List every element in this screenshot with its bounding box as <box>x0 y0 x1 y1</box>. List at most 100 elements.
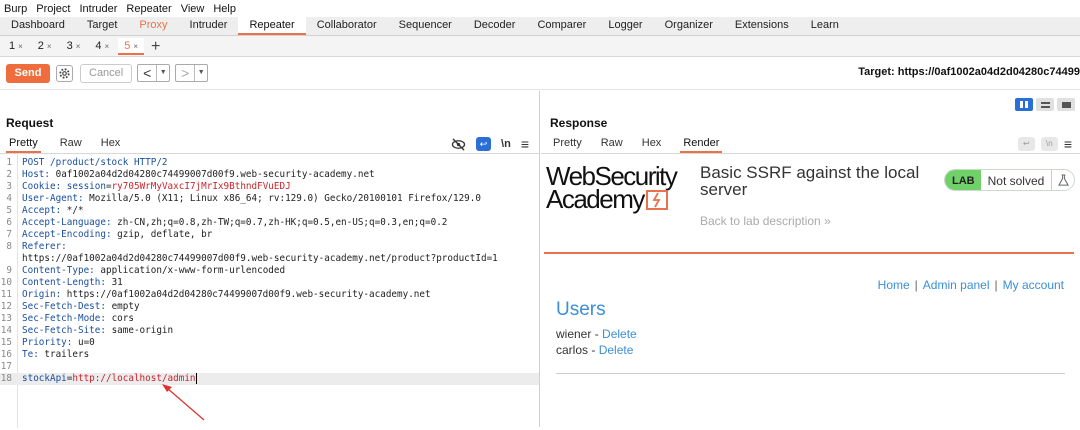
tab-logger[interactable]: Logger <box>597 16 653 35</box>
header-name: Host: <box>22 169 56 180</box>
param-name: session <box>66 181 106 192</box>
request-line[interactable]: 9 Content-Type: application/x-www-form-ur… <box>0 265 539 277</box>
tab-raw[interactable]: Raw <box>601 136 623 153</box>
header-name: Sec-Fetch-Site: <box>22 325 112 336</box>
header-name: Accept-Encoding: <box>22 229 118 240</box>
request-line[interactable]: 3 Cookie: session=ry705WrMyVaxcI7jMrIx9Bt… <box>0 181 539 193</box>
request-line[interactable]: 7 Accept-Encoding: gzip, deflate, br <box>0 229 539 241</box>
tab-pretty[interactable]: Pretty <box>553 136 582 153</box>
close-icon[interactable]: × <box>18 42 23 51</box>
split-horizontal-icon[interactable] <box>1015 98 1033 111</box>
header-name: Sec-Fetch-Mode: <box>22 313 112 324</box>
tool-tabs: Dashboard Target Proxy Intruder Repeater… <box>0 16 1080 36</box>
newline-toggle[interactable]: \n <box>1040 137 1058 151</box>
menu-repeater[interactable]: Repeater <box>126 3 171 15</box>
request-line[interactable]: 13 Sec-Fetch-Mode: cors <box>0 313 539 325</box>
close-icon[interactable]: × <box>47 42 52 51</box>
request-line[interactable]: 4 User-Agent: Mozilla/5.0 (X11; Linux x86… <box>0 193 539 205</box>
newline-toggle[interactable]: \n <box>501 138 511 150</box>
repeater-tab-1[interactable]: 1 × <box>3 38 29 55</box>
tab-target[interactable]: Target <box>76 16 129 35</box>
request-line[interactable]: 18 stockApi=http://localhost/admin <box>0 373 539 385</box>
tab-extensions[interactable]: Extensions <box>724 16 800 35</box>
tab-learn[interactable]: Learn <box>800 16 850 35</box>
repeater-tab-4[interactable]: 4 × <box>89 38 115 55</box>
menu-view[interactable]: View <box>181 3 205 15</box>
header-value: 31 <box>111 277 123 288</box>
tab-proxy[interactable]: Proxy <box>128 16 178 35</box>
chevron-down-icon[interactable]: ▼ <box>194 65 207 81</box>
request-line[interactable]: 12 Sec-Fetch-Dest: empty <box>0 301 539 313</box>
tab-raw[interactable]: Raw <box>60 136 82 153</box>
request-line[interactable]: 1 POST /product/stock HTTP/2 <box>0 157 539 169</box>
tab-sequencer[interactable]: Sequencer <box>388 16 463 35</box>
repeater-tab-2[interactable]: 2 × <box>32 38 58 55</box>
header-value: zh-CN,zh;q=0.8,zh-TW;q=0.7,zh-HK;q=0.5,e… <box>117 217 448 228</box>
header-divider <box>544 252 1074 254</box>
tab-organizer[interactable]: Organizer <box>654 16 724 35</box>
menu-intruder[interactable]: Intruder <box>80 3 118 15</box>
request-line[interactable]: 10 Content-Length: 31 <box>0 277 539 289</box>
hide-eye-icon[interactable] <box>451 137 466 151</box>
menu-icon[interactable]: ≡ <box>1064 136 1072 152</box>
request-line[interactable]: 11 Origin: https://0af1002a04d2d04280c744… <box>0 289 539 301</box>
tab-hex[interactable]: Hex <box>642 136 662 153</box>
tab-comparer[interactable]: Comparer <box>526 16 597 35</box>
back-to-lab-link[interactable]: Back to lab description » <box>700 214 831 228</box>
request-line[interactable]: 5 Accept: */* <box>0 205 539 217</box>
repeater-tab-3[interactable]: 3 × <box>61 38 87 55</box>
single-pane-icon[interactable] <box>1057 98 1075 111</box>
history-forward-button[interactable]: > ▼ <box>175 64 209 82</box>
tab-hex[interactable]: Hex <box>101 136 121 153</box>
repeater-tab-label: 1 <box>9 39 16 52</box>
request-editor[interactable]: 1 POST /product/stock HTTP/2 2 Host: 0af100… <box>0 153 539 428</box>
tab-render[interactable]: Render <box>680 136 723 153</box>
close-icon[interactable]: × <box>133 42 138 51</box>
menu-icon[interactable]: ≡ <box>521 136 529 152</box>
settings-gear-button[interactable] <box>56 64 73 82</box>
nav-separator: | <box>914 278 918 292</box>
tab-intruder[interactable]: Intruder <box>179 16 239 35</box>
tab-pretty[interactable]: Pretty <box>6 136 41 153</box>
word-wrap-icon[interactable]: ↩ <box>476 137 492 151</box>
request-pane: Request Pretty Raw Hex ↩ \n ≡ 1 POST /pro… <box>0 91 540 428</box>
header-value: empty <box>111 301 140 312</box>
tab-decoder[interactable]: Decoder <box>463 16 527 35</box>
line-number: 7 <box>6 229 12 240</box>
menu-help[interactable]: Help <box>213 3 236 15</box>
line-number: 12 <box>0 301 12 312</box>
request-line[interactable]: 14 Sec-Fetch-Site: same-origin <box>0 325 539 337</box>
user-separator: - <box>591 327 603 341</box>
request-line[interactable]: 16 Te: trailers <box>0 349 539 361</box>
request-line[interactable]: 8 Referer: <box>0 241 539 253</box>
word-wrap-icon[interactable]: ↩ <box>1017 137 1035 151</box>
menu-burp[interactable]: Burp <box>4 3 27 15</box>
tab-dashboard[interactable]: Dashboard <box>0 16 76 35</box>
tab-collaborator[interactable]: Collaborator <box>306 16 388 35</box>
annotation-arrow <box>162 384 205 421</box>
request-line[interactable]: 17 <box>0 361 539 373</box>
tab-repeater[interactable]: Repeater <box>238 16 306 35</box>
delete-user-link[interactable]: Delete <box>599 343 634 357</box>
close-icon[interactable]: × <box>105 42 110 51</box>
header-name: Sec-Fetch-Dest: <box>22 301 112 312</box>
request-line[interactable]: https://0af1002a04d2d04280c74499007d00f9… <box>0 253 539 265</box>
menu-bar: Burp Project Intruder Repeater View Help <box>0 0 1080 17</box>
nav-admin-panel-link[interactable]: Admin panel <box>923 278 990 292</box>
delete-user-link[interactable]: Delete <box>602 327 637 341</box>
add-tab-button[interactable]: + <box>151 38 160 55</box>
repeater-tab-5[interactable]: 5 × <box>118 37 144 55</box>
nav-home-link[interactable]: Home <box>878 278 910 292</box>
close-icon[interactable]: × <box>76 42 81 51</box>
cancel-button[interactable]: Cancel <box>80 63 133 83</box>
request-line[interactable]: 15 Priority: u=0 <box>0 337 539 349</box>
history-back-button[interactable]: < ▼ <box>137 64 171 82</box>
request-line[interactable]: 2 Host: 0af1002a04d2d04280c74499007d00f9.… <box>0 169 539 181</box>
send-button[interactable]: Send <box>6 63 50 83</box>
menu-project[interactable]: Project <box>36 3 70 15</box>
split-vertical-icon[interactable] <box>1036 98 1054 111</box>
target-url[interactable]: Target: https://0af1002a04d2d04280c74499 <box>858 66 1080 78</box>
request-line[interactable]: 6 Accept-Language: zh-CN,zh;q=0.8,zh-TW;q… <box>0 217 539 229</box>
nav-my-account-link[interactable]: My account <box>1003 278 1064 292</box>
chevron-down-icon[interactable]: ▼ <box>156 65 169 81</box>
